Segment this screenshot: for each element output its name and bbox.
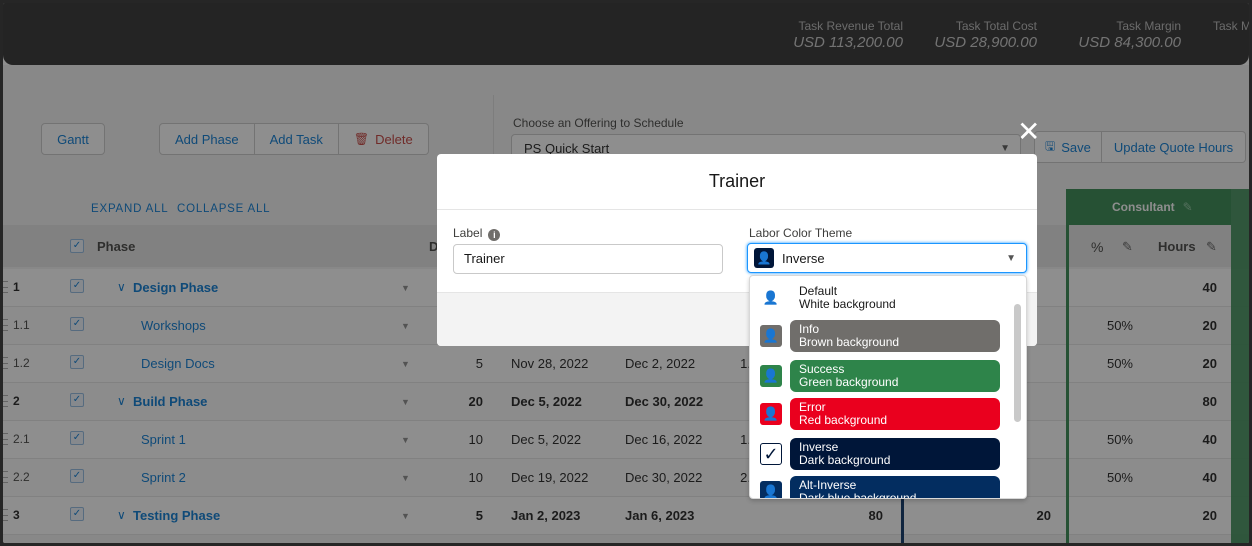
theme-option-default[interactable]: 👤 Default White background bbox=[750, 280, 1013, 316]
label-field-text: Label bbox=[453, 226, 483, 240]
theme-option-error[interactable]: 👤 Error Red background bbox=[750, 396, 1013, 432]
label-field-label: Label i bbox=[453, 226, 501, 241]
user-icon: 👤 bbox=[760, 325, 782, 347]
info-icon[interactable]: i bbox=[488, 229, 501, 241]
option-desc: Red background bbox=[799, 413, 888, 427]
option-desc: Green background bbox=[799, 375, 899, 389]
check-icon: ✓ bbox=[760, 443, 782, 465]
option-pill: Error Red background bbox=[790, 398, 1000, 430]
theme-field-label: Labor Color Theme bbox=[749, 226, 853, 240]
theme-option-info[interactable]: 👤 Info Brown background bbox=[750, 318, 1013, 354]
theme-dropdown-list: 👤 Default White background 👤 Info Brown backg… bbox=[749, 275, 1027, 499]
theme-option-inverse[interactable]: ✓ Inverse Dark background bbox=[750, 436, 1013, 472]
option-desc: Brown background bbox=[799, 335, 900, 349]
label-input[interactable]: Trainer bbox=[453, 244, 723, 274]
close-icon[interactable]: ✕ bbox=[1017, 118, 1040, 146]
option-desc: White background bbox=[799, 297, 896, 311]
option-pill: Alt-Inverse Dark blue background bbox=[790, 476, 1000, 499]
option-desc: Dark background bbox=[799, 453, 891, 467]
theme-option-alt-inverse[interactable]: 👤 Alt-Inverse Dark blue background bbox=[750, 474, 1013, 499]
option-pill: Success Green background bbox=[790, 360, 1000, 392]
user-icon: 👤 bbox=[760, 403, 782, 425]
user-icon: 👤 bbox=[754, 248, 774, 268]
option-pill: Default White background bbox=[790, 282, 1000, 314]
user-icon: 👤 bbox=[760, 481, 782, 498]
user-icon: 👤 bbox=[762, 290, 780, 305]
option-pill: Inverse Dark background bbox=[790, 438, 1000, 470]
labor-color-theme-select[interactable]: 👤 Inverse ▼ bbox=[747, 243, 1027, 273]
user-icon: 👤 bbox=[760, 365, 782, 387]
modal-title: Trainer bbox=[437, 154, 1037, 210]
scrollbar[interactable] bbox=[1014, 304, 1021, 422]
chevron-down-icon: ▼ bbox=[1006, 253, 1016, 264]
option-pill: Info Brown background bbox=[790, 320, 1000, 352]
option-desc: Dark blue background bbox=[799, 491, 917, 499]
theme-option-success[interactable]: 👤 Success Green background bbox=[750, 358, 1013, 394]
theme-selected-value: Inverse bbox=[782, 251, 825, 266]
